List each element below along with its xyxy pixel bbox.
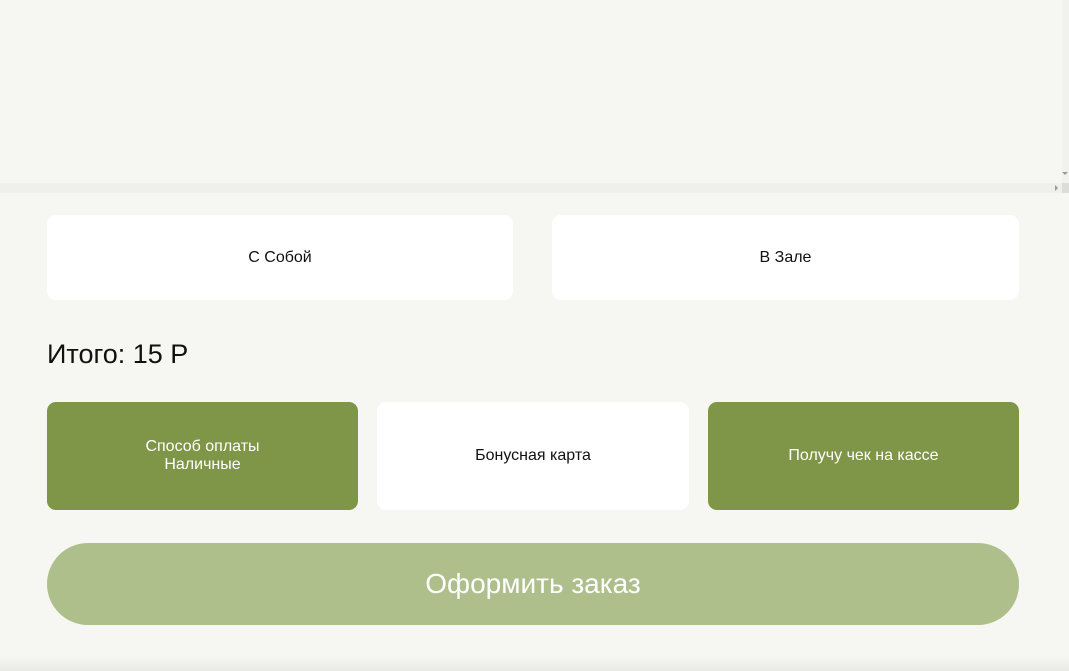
horizontal-scrollbar[interactable] xyxy=(0,183,1069,193)
dine-in-button[interactable]: В Зале xyxy=(552,215,1019,300)
scroll-right-arrow-icon[interactable] xyxy=(1055,185,1058,191)
bonus-card-label: Бонусная карта xyxy=(475,447,591,464)
payment-method-value: Наличные xyxy=(164,456,241,473)
takeaway-label: С Собой xyxy=(248,248,312,266)
receipt-at-checkout-button[interactable]: Получу чек на кассе xyxy=(708,402,1019,510)
receipt-label: Получу чек на кассе xyxy=(788,447,939,464)
scroll-down-arrow-icon[interactable] xyxy=(1062,172,1068,175)
payment-method-title: Способ оплаты xyxy=(145,438,260,455)
place-order-label: Оформить заказ xyxy=(425,568,641,599)
order-total: Итого: 15 Р xyxy=(47,339,189,369)
bottom-edge-shadow xyxy=(0,656,1069,671)
dine-in-label: В Зале xyxy=(759,248,812,266)
scrollbar-corner xyxy=(1062,183,1069,193)
payment-method-button[interactable]: Способ оплаты Наличные xyxy=(47,402,358,510)
cart-items-area[interactable] xyxy=(0,0,1069,193)
place-order-button[interactable]: Оформить заказ xyxy=(47,543,1019,625)
bonus-card-button[interactable]: Бонусная карта xyxy=(377,402,689,510)
takeaway-button[interactable]: С Собой xyxy=(47,215,513,300)
vertical-scrollbar[interactable] xyxy=(1062,0,1069,183)
